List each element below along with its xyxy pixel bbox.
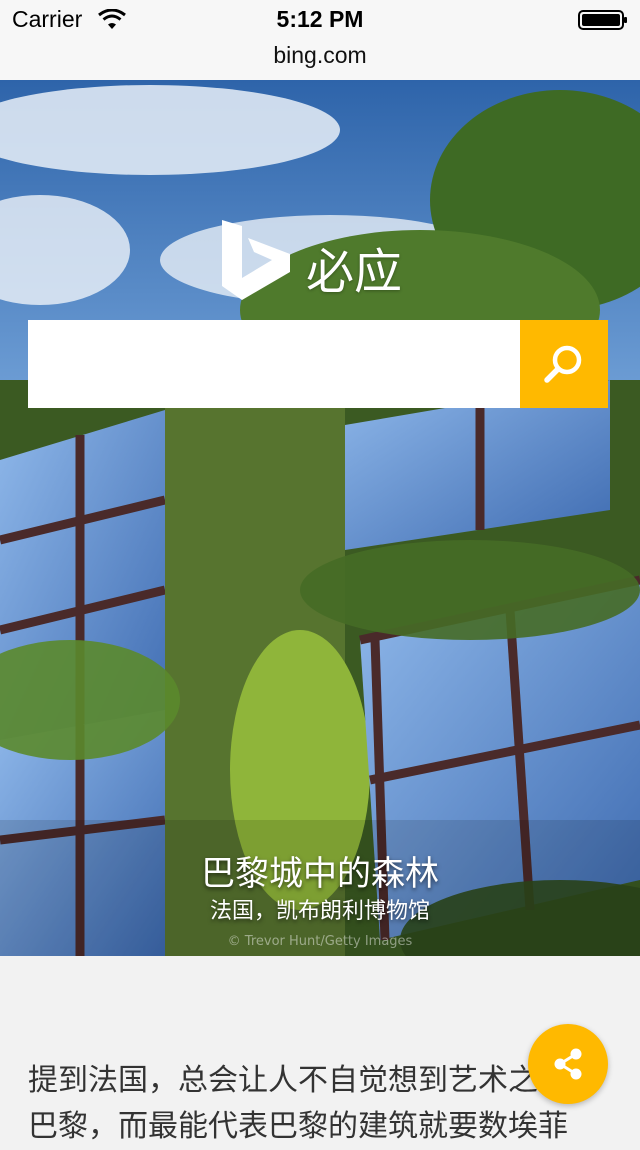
- hero-image: 必应 巴黎城中的森林 法国，凯布朗利博物馆 © Trevor Hunt/Gett…: [0, 80, 640, 956]
- search-button[interactable]: [520, 320, 608, 408]
- caption-subtitle[interactable]: 法国，凯布朗利博物馆: [0, 896, 640, 928]
- image-caption[interactable]: 巴黎城中的森林 法国，凯布朗利博物馆: [0, 852, 640, 928]
- status-bar: Carrier 5:12 PM: [0, 0, 640, 40]
- article-text: 提到法国，总会让人不自觉想到艺术之都巴黎，而最能代表巴黎的建筑就要数埃菲: [28, 1063, 568, 1144]
- url-text[interactable]: bing.com: [273, 42, 366, 68]
- address-bar[interactable]: bing.com: [0, 40, 640, 81]
- search-icon: [544, 345, 582, 383]
- battery-icon: [578, 10, 627, 30]
- share-button[interactable]: [528, 1024, 608, 1104]
- caption-title[interactable]: 巴黎城中的森林: [0, 852, 640, 896]
- logo-text: 必应: [306, 244, 403, 300]
- status-time: 5:12 PM: [276, 6, 364, 32]
- search-input[interactable]: [28, 320, 520, 408]
- bing-logo-icon: [222, 220, 290, 300]
- image-credit: © Trevor Hunt/Getty Images: [227, 934, 413, 949]
- share-icon: [554, 1048, 582, 1080]
- hero-background: [0, 80, 640, 956]
